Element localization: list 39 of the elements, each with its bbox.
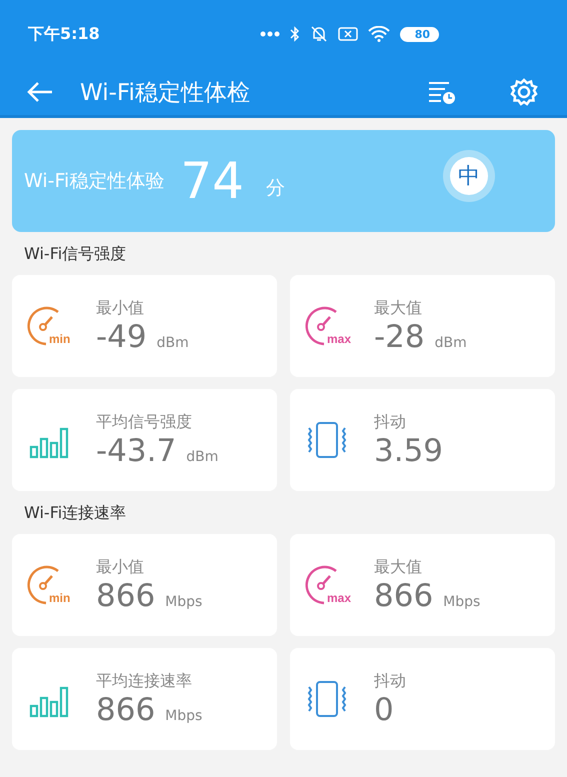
- grade-badge: 中: [450, 157, 488, 195]
- metric-value: 866: [96, 692, 156, 728]
- metric-label: 平均信号强度: [96, 412, 193, 432]
- metric-label: 最大值: [374, 556, 423, 578]
- metric-value: -28: [374, 318, 425, 354]
- score-unit: 分: [266, 176, 285, 201]
- back-arrow-icon[interactable]: [26, 80, 54, 104]
- muted-bell-icon: [310, 25, 328, 43]
- metric-label: 最大值: [374, 298, 423, 318]
- score-label: Wi-Fi稳定性体验: [24, 169, 164, 194]
- battery-indicator: 80: [400, 26, 439, 42]
- metric-value: 3.59: [374, 432, 444, 468]
- no-sim-icon: [338, 26, 358, 42]
- metric-value: 866: [96, 578, 156, 614]
- metric-unit: dBm: [186, 448, 218, 464]
- metric-unit: dBm: [434, 334, 467, 350]
- metric-label: 平均连接速率: [96, 670, 193, 692]
- metric-value: -49: [96, 318, 147, 354]
- metric-value: 866: [374, 578, 434, 614]
- metric-label: 最小值: [96, 298, 145, 318]
- metric-unit: Mbps: [165, 594, 202, 610]
- metric-label: 抖动: [374, 670, 406, 692]
- bluetooth-icon: [290, 26, 300, 42]
- status-time: 下午5:18: [28, 24, 100, 44]
- settings-icon[interactable]: [509, 77, 539, 107]
- metric-unit: dBm: [156, 334, 189, 350]
- section-heading: Wi-Fi信号强度: [23, 243, 128, 265]
- metric-label: 最小值: [96, 556, 145, 578]
- wifi-icon: [368, 26, 390, 42]
- metric-value: 0: [374, 692, 394, 728]
- score-value: 74: [180, 152, 244, 210]
- metric-unit: Mbps: [443, 594, 480, 610]
- section-heading: Wi-Fi连接速率: [23, 502, 128, 524]
- history-list-icon[interactable]: [427, 79, 457, 105]
- metric-label: 抖动: [374, 412, 407, 432]
- page-title: Wi-Fi稳定性体检: [80, 78, 251, 108]
- metric-unit: Mbps: [165, 708, 202, 724]
- metric-value: -43.7: [96, 432, 176, 468]
- more-dots-icon: [260, 31, 280, 37]
